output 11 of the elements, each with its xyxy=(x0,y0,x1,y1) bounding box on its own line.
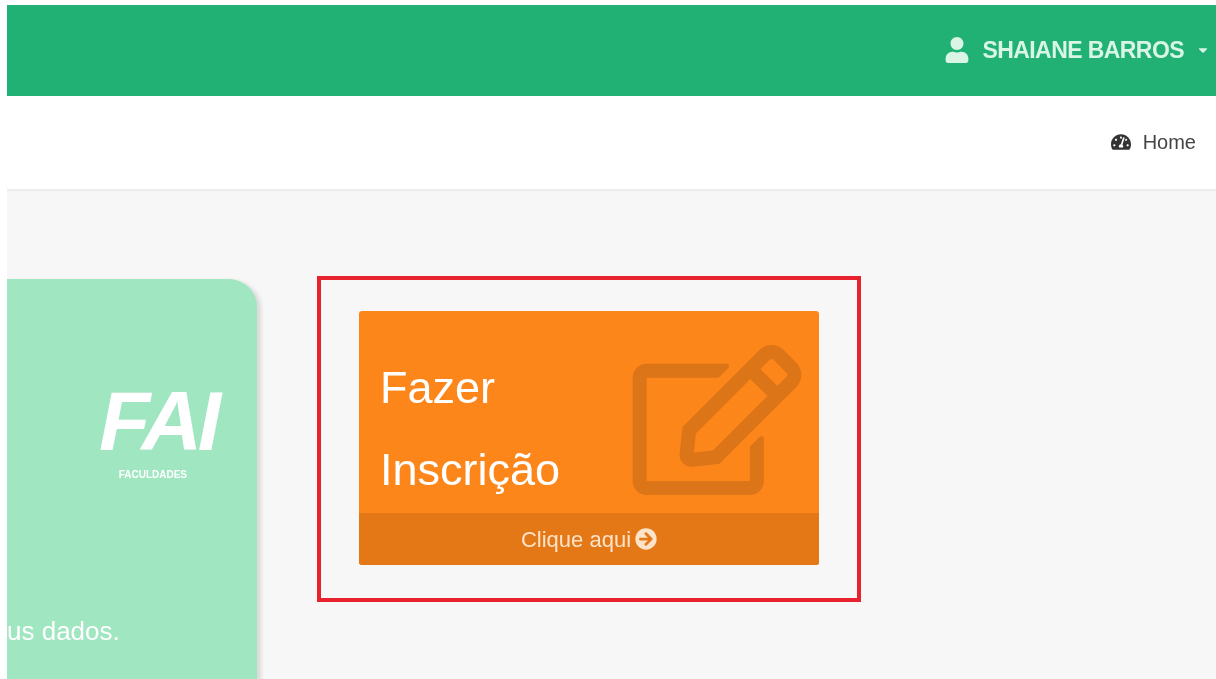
arrow-icon xyxy=(635,528,658,550)
user-icon xyxy=(944,37,971,64)
home-link[interactable]: Home xyxy=(1110,127,1196,158)
card-text: us dados. xyxy=(7,615,121,648)
card-title: Fazer xyxy=(380,361,497,415)
dashboard-icon xyxy=(1110,132,1131,153)
logo-subtitle: FACULDADES xyxy=(118,468,187,482)
click-here-button[interactable]: Clique aqui xyxy=(359,513,819,565)
action-card[interactable]: Fazer Inscrição Clique aqui xyxy=(359,311,819,565)
card-title: Inscrição xyxy=(380,443,561,497)
user-menu[interactable]: SHAIANE BARROS xyxy=(944,33,1210,68)
